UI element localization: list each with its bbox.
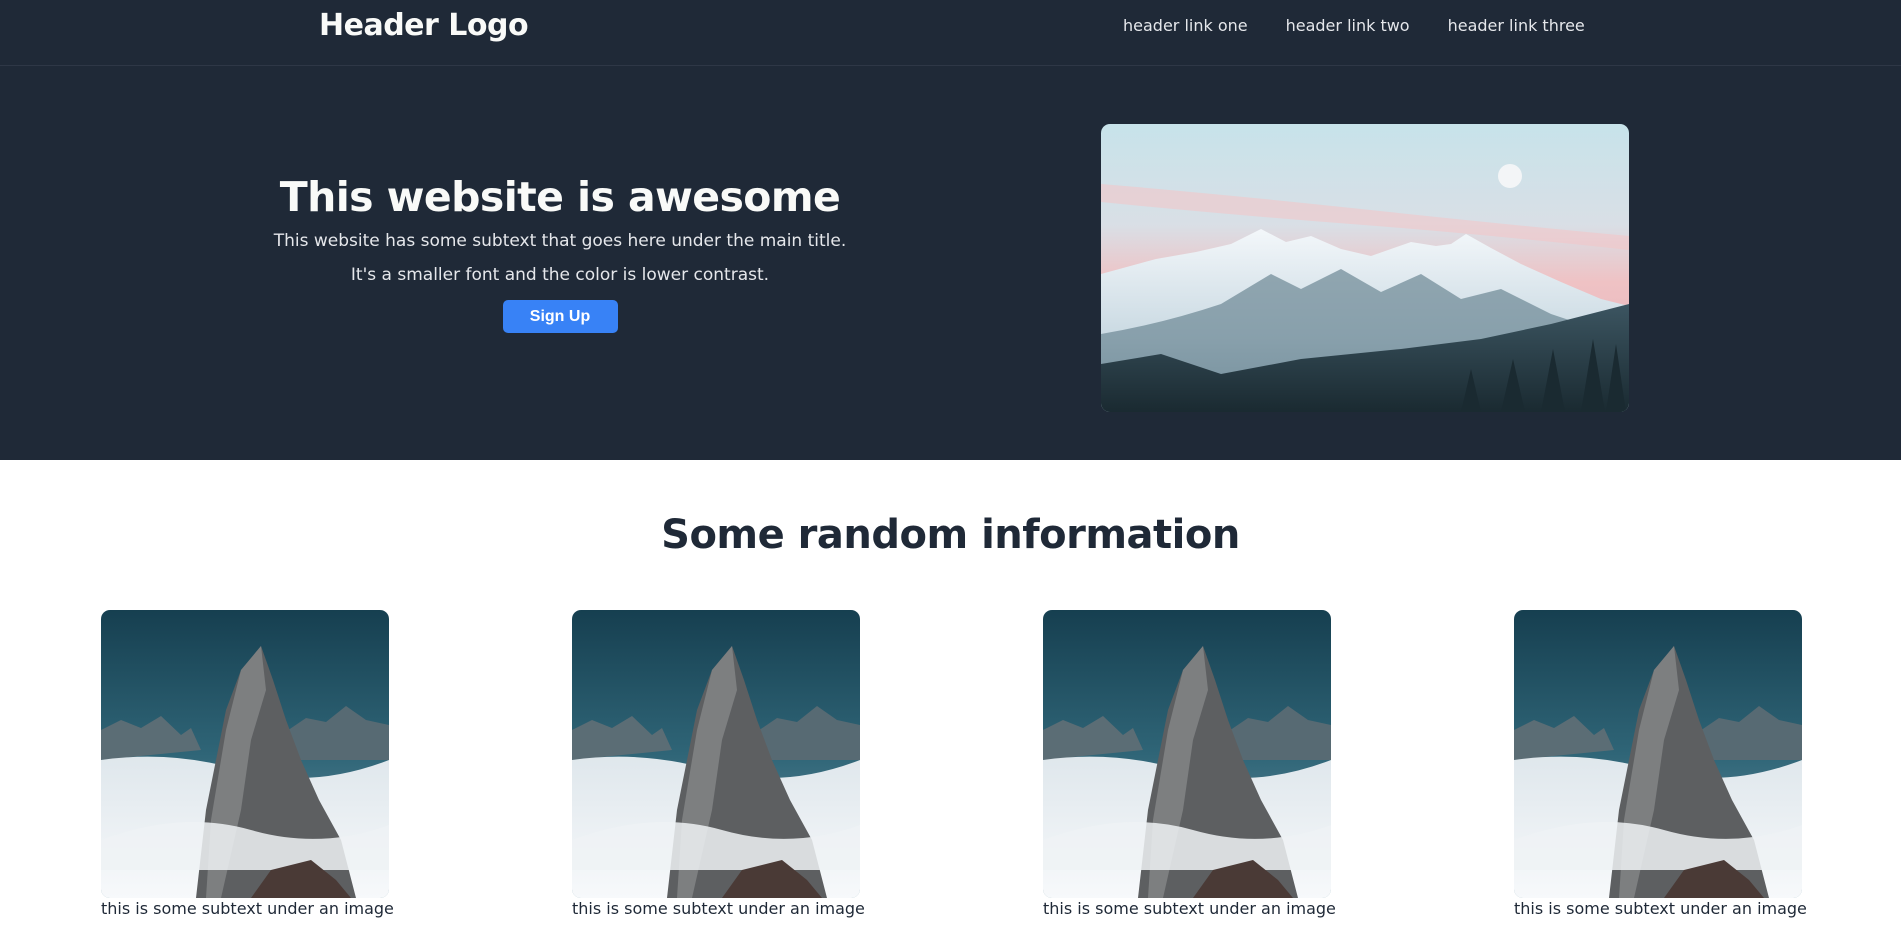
hero-title: This website is awesome: [279, 173, 841, 221]
info-card: this is some subtext under an image: [1043, 610, 1336, 920]
sign-up-button[interactable]: Sign Up: [502, 300, 618, 333]
hero-section: This website is awesome This website has…: [0, 66, 1901, 460]
hero-text-block: This website is awesome This website has…: [230, 172, 890, 333]
header-logo[interactable]: Header Logo: [319, 6, 529, 46]
mountain-peak-image: [1043, 610, 1331, 898]
info-card: this is some subtext under an image: [1514, 610, 1807, 920]
info-card: this is some subtext under an image: [572, 610, 865, 920]
header-link-three[interactable]: header link three: [1448, 14, 1585, 38]
mountain-landscape-image: [1101, 124, 1629, 412]
mountain-peak-image: [572, 610, 860, 898]
header-link-two[interactable]: header link two: [1286, 14, 1410, 38]
card-caption: this is some subtext under an image: [572, 899, 865, 918]
info-cards: this is some subtext under an image this…: [0, 610, 1901, 927]
info-card: this is some subtext under an image: [101, 610, 394, 920]
site-header: Header Logo header link one header link …: [0, 0, 1901, 66]
card-caption: this is some subtext under an image: [1043, 899, 1336, 918]
header-link-one[interactable]: header link one: [1123, 14, 1248, 38]
hero-subtext-line-2: It's a smaller font and the color is low…: [350, 265, 770, 285]
card-caption: this is some subtext under an image: [101, 899, 394, 918]
mountain-peak-image: [1514, 610, 1802, 898]
mountain-peak-image: [101, 610, 389, 898]
header-nav: header link one header link two header l…: [1123, 14, 1623, 38]
info-section-title: Some random information: [661, 512, 1240, 558]
hero-subtext-line-1: This website has some subtext that goes …: [273, 231, 847, 251]
card-caption: this is some subtext under an image: [1514, 899, 1807, 918]
